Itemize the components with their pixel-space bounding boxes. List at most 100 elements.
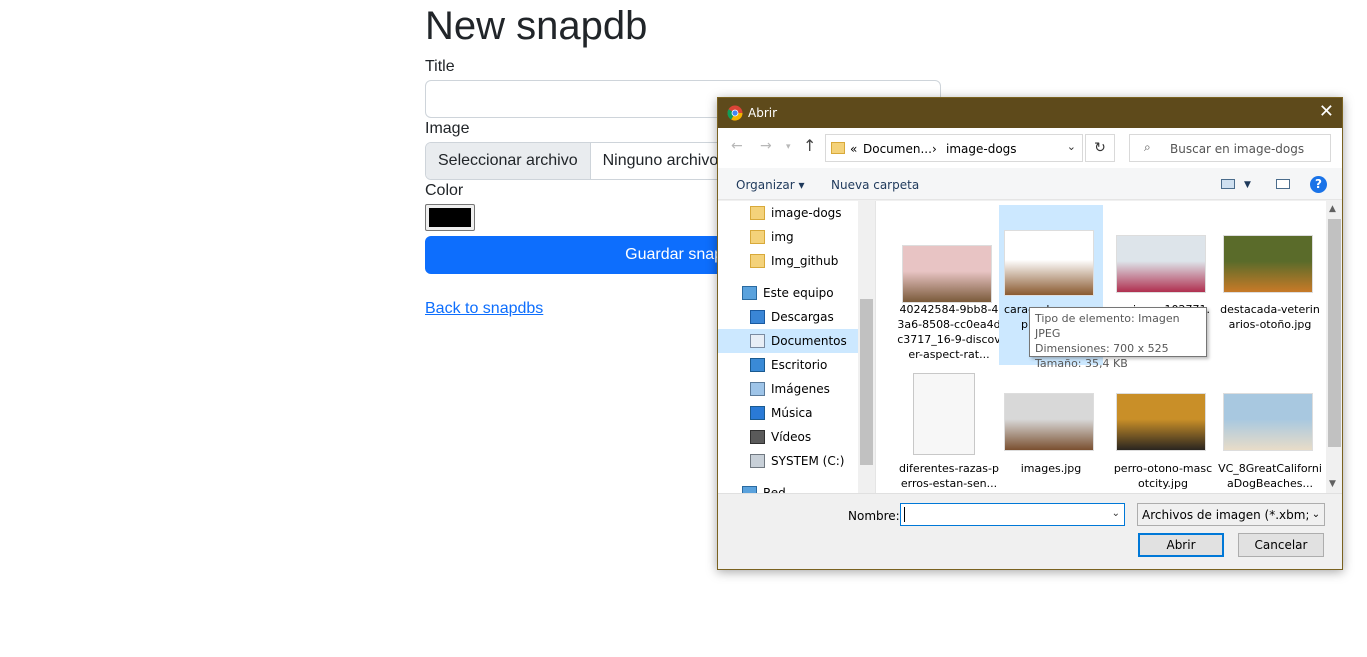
navigation-pane: image-dogs img Img_github Este equipo Descar… — [718, 201, 875, 493]
sidebar-item-documentos[interactable]: Documentos — [718, 329, 858, 353]
search-input[interactable]: ⌕ Buscar en image-dogs — [1129, 134, 1331, 162]
chrome-icon — [727, 105, 743, 121]
image-thumbnail — [1004, 230, 1094, 296]
sidebar-item-label: Img_github — [771, 254, 839, 268]
videos-icon — [750, 430, 765, 444]
pictures-icon — [750, 382, 765, 396]
preview-pane-icon[interactable] — [1276, 179, 1290, 189]
navigation-scrollbar[interactable] — [858, 201, 875, 493]
back-link[interactable]: Back to snapdbs — [425, 299, 543, 319]
address-bar[interactable]: « Documen... › image-dogs ⌄ — [825, 134, 1083, 162]
folder-icon — [750, 254, 765, 268]
download-icon — [750, 310, 765, 324]
desktop-icon — [750, 358, 765, 372]
navigation-scroll-thumb[interactable] — [860, 299, 873, 465]
file-item[interactable]: images.jpg — [999, 371, 1103, 493]
chevron-down-icon[interactable]: ⌄ — [1308, 504, 1324, 525]
sidebar-item-v-deos[interactable]: Vídeos — [718, 425, 858, 449]
command-bar: Organizar ▾ Nueva carpeta ▼ ? — [718, 168, 1342, 200]
sidebar-item-image-dogs[interactable]: image-dogs — [718, 201, 858, 225]
file-name: diferentes-razas-perros-estan-sen... — [899, 462, 999, 490]
sidebar-item-im-genes[interactable]: Imágenes — [718, 377, 858, 401]
navigation-row: ← → ▾ ↑ « Documen... › image-dogs ⌄ ↻ ⌕ … — [718, 128, 1342, 168]
file-item[interactable]: 40242584-9bb8-43a6-8508-cc0ea4dc3717_16-… — [897, 205, 1001, 365]
recent-locations-icon[interactable]: ▾ — [786, 142, 791, 152]
close-icon[interactable]: ✕ — [1319, 102, 1334, 122]
sidebar-item-label: Escritorio — [771, 358, 828, 372]
scroll-down-icon[interactable]: ▼ — [1329, 479, 1336, 489]
file-item[interactable]: VC_8GreatCaliforniaDogBeaches... — [1218, 371, 1322, 493]
organize-menu[interactable]: Organizar ▾ — [736, 178, 805, 192]
view-options-icon[interactable] — [1221, 179, 1235, 189]
file-name: perro-otono-mascotcity.jpg — [1113, 462, 1213, 490]
tooltip-line: Tipo de elemento: Imagen JPEG — [1035, 312, 1180, 340]
dialog-titlebar: Abrir ✕ — [718, 98, 1342, 128]
filename-input[interactable]: ⌄ — [900, 503, 1125, 526]
file-type-value: Archivos de imagen (*.xbm;*.tiff — [1142, 508, 1325, 522]
file-item[interactable]: perro-otono-mascotcity.jpg — [1111, 371, 1215, 493]
search-placeholder: Buscar en image-dogs — [1170, 142, 1305, 156]
sidebar-item-label: Imágenes — [771, 382, 830, 396]
folder-icon — [831, 142, 845, 154]
image-thumbnail — [1116, 393, 1206, 451]
chevron-down-icon[interactable]: ⌄ — [1112, 508, 1120, 519]
up-arrow-icon[interactable]: ↑ — [803, 136, 816, 155]
page-title: New snapdb — [425, 4, 648, 48]
drive-icon — [750, 454, 765, 468]
sidebar-item-label: Documentos — [771, 334, 847, 348]
sidebar-item-descargas[interactable]: Descargas — [718, 305, 858, 329]
sidebar-item-label: Red — [763, 486, 786, 493]
sidebar-item-m-sica[interactable]: Música — [718, 401, 858, 425]
forward-arrow-icon[interactable]: → — [760, 138, 772, 154]
sidebar-item-img-github[interactable]: Img_github — [718, 249, 858, 273]
file-list-scroll-thumb[interactable] — [1328, 219, 1341, 447]
image-thumbnail — [902, 245, 992, 303]
tooltip-line: Tamaño: 35,4 KB — [1035, 357, 1128, 370]
dialog-footer: Nombre: ⌄ Archivos de imagen (*.xbm;*.ti… — [718, 493, 1342, 569]
filename-label: Nombre: — [848, 509, 900, 523]
color-picker[interactable] — [425, 204, 475, 231]
sidebar-item-system-c[interactable]: SYSTEM (C:) — [718, 449, 858, 473]
documents-icon — [750, 334, 765, 348]
open-button[interactable]: Abrir — [1138, 533, 1224, 557]
back-arrow-icon[interactable]: ← — [731, 138, 743, 154]
breadcrumb-documents[interactable]: Documen... — [863, 142, 932, 156]
tooltip-line: Dimensiones: 700 x 525 — [1035, 342, 1169, 355]
view-dropdown-icon[interactable]: ▼ — [1244, 180, 1251, 190]
file-list-scrollbar[interactable]: ▲ ▼ — [1326, 201, 1342, 493]
refresh-icon[interactable]: ↻ — [1085, 134, 1115, 162]
image-thumbnail — [1223, 393, 1313, 451]
sidebar-item-label: image-dogs — [771, 206, 842, 220]
music-icon — [750, 406, 765, 420]
folder-icon — [750, 230, 765, 244]
chevron-down-icon[interactable]: ⌄ — [1067, 140, 1076, 153]
sidebar-item-img[interactable]: img — [718, 225, 858, 249]
choose-file-button[interactable]: Seleccionar archivo — [426, 143, 591, 179]
sidebar-item-label: img — [771, 230, 794, 244]
folder-icon — [750, 206, 765, 220]
file-status-text: Ninguno archivo — [602, 152, 719, 169]
dialog-title: Abrir — [748, 106, 778, 120]
sidebar-item-label: Descargas — [771, 310, 834, 324]
file-name: VC_8GreatCaliforniaDogBeaches... — [1218, 462, 1322, 490]
file-item[interactable]: diferentes-razas-perros-estan-sen... — [897, 371, 1001, 493]
help-icon[interactable]: ? — [1310, 176, 1327, 193]
file-type-select[interactable]: Archivos de imagen (*.xbm;*.tiff ⌄ — [1137, 503, 1325, 526]
file-item[interactable]: destacada-veterinarios-otoño.jpg — [1218, 205, 1322, 365]
image-thumbnail — [1223, 235, 1313, 293]
search-icon: ⌕ — [1144, 140, 1151, 154]
sidebar-item-label: Música — [771, 406, 813, 420]
sidebar-item-escritorio[interactable]: Escritorio — [718, 353, 858, 377]
sidebar-item-red[interactable]: Red — [718, 481, 858, 493]
sidebar-item-label: SYSTEM (C:) — [771, 454, 845, 468]
breadcrumb-overflow[interactable]: « — [850, 142, 857, 156]
breadcrumb-image-dogs[interactable]: image-dogs — [946, 142, 1017, 156]
new-folder-button[interactable]: Nueva carpeta — [831, 178, 919, 192]
organize-label: Organizar — [736, 178, 795, 192]
breadcrumb-separator: › — [932, 142, 937, 156]
sidebar-item-este-equipo[interactable]: Este equipo — [718, 281, 858, 305]
title-label: Title — [425, 58, 455, 75]
scroll-up-icon[interactable]: ▲ — [1329, 204, 1336, 214]
cancel-button[interactable]: Cancelar — [1238, 533, 1324, 557]
text-caret — [904, 507, 905, 522]
